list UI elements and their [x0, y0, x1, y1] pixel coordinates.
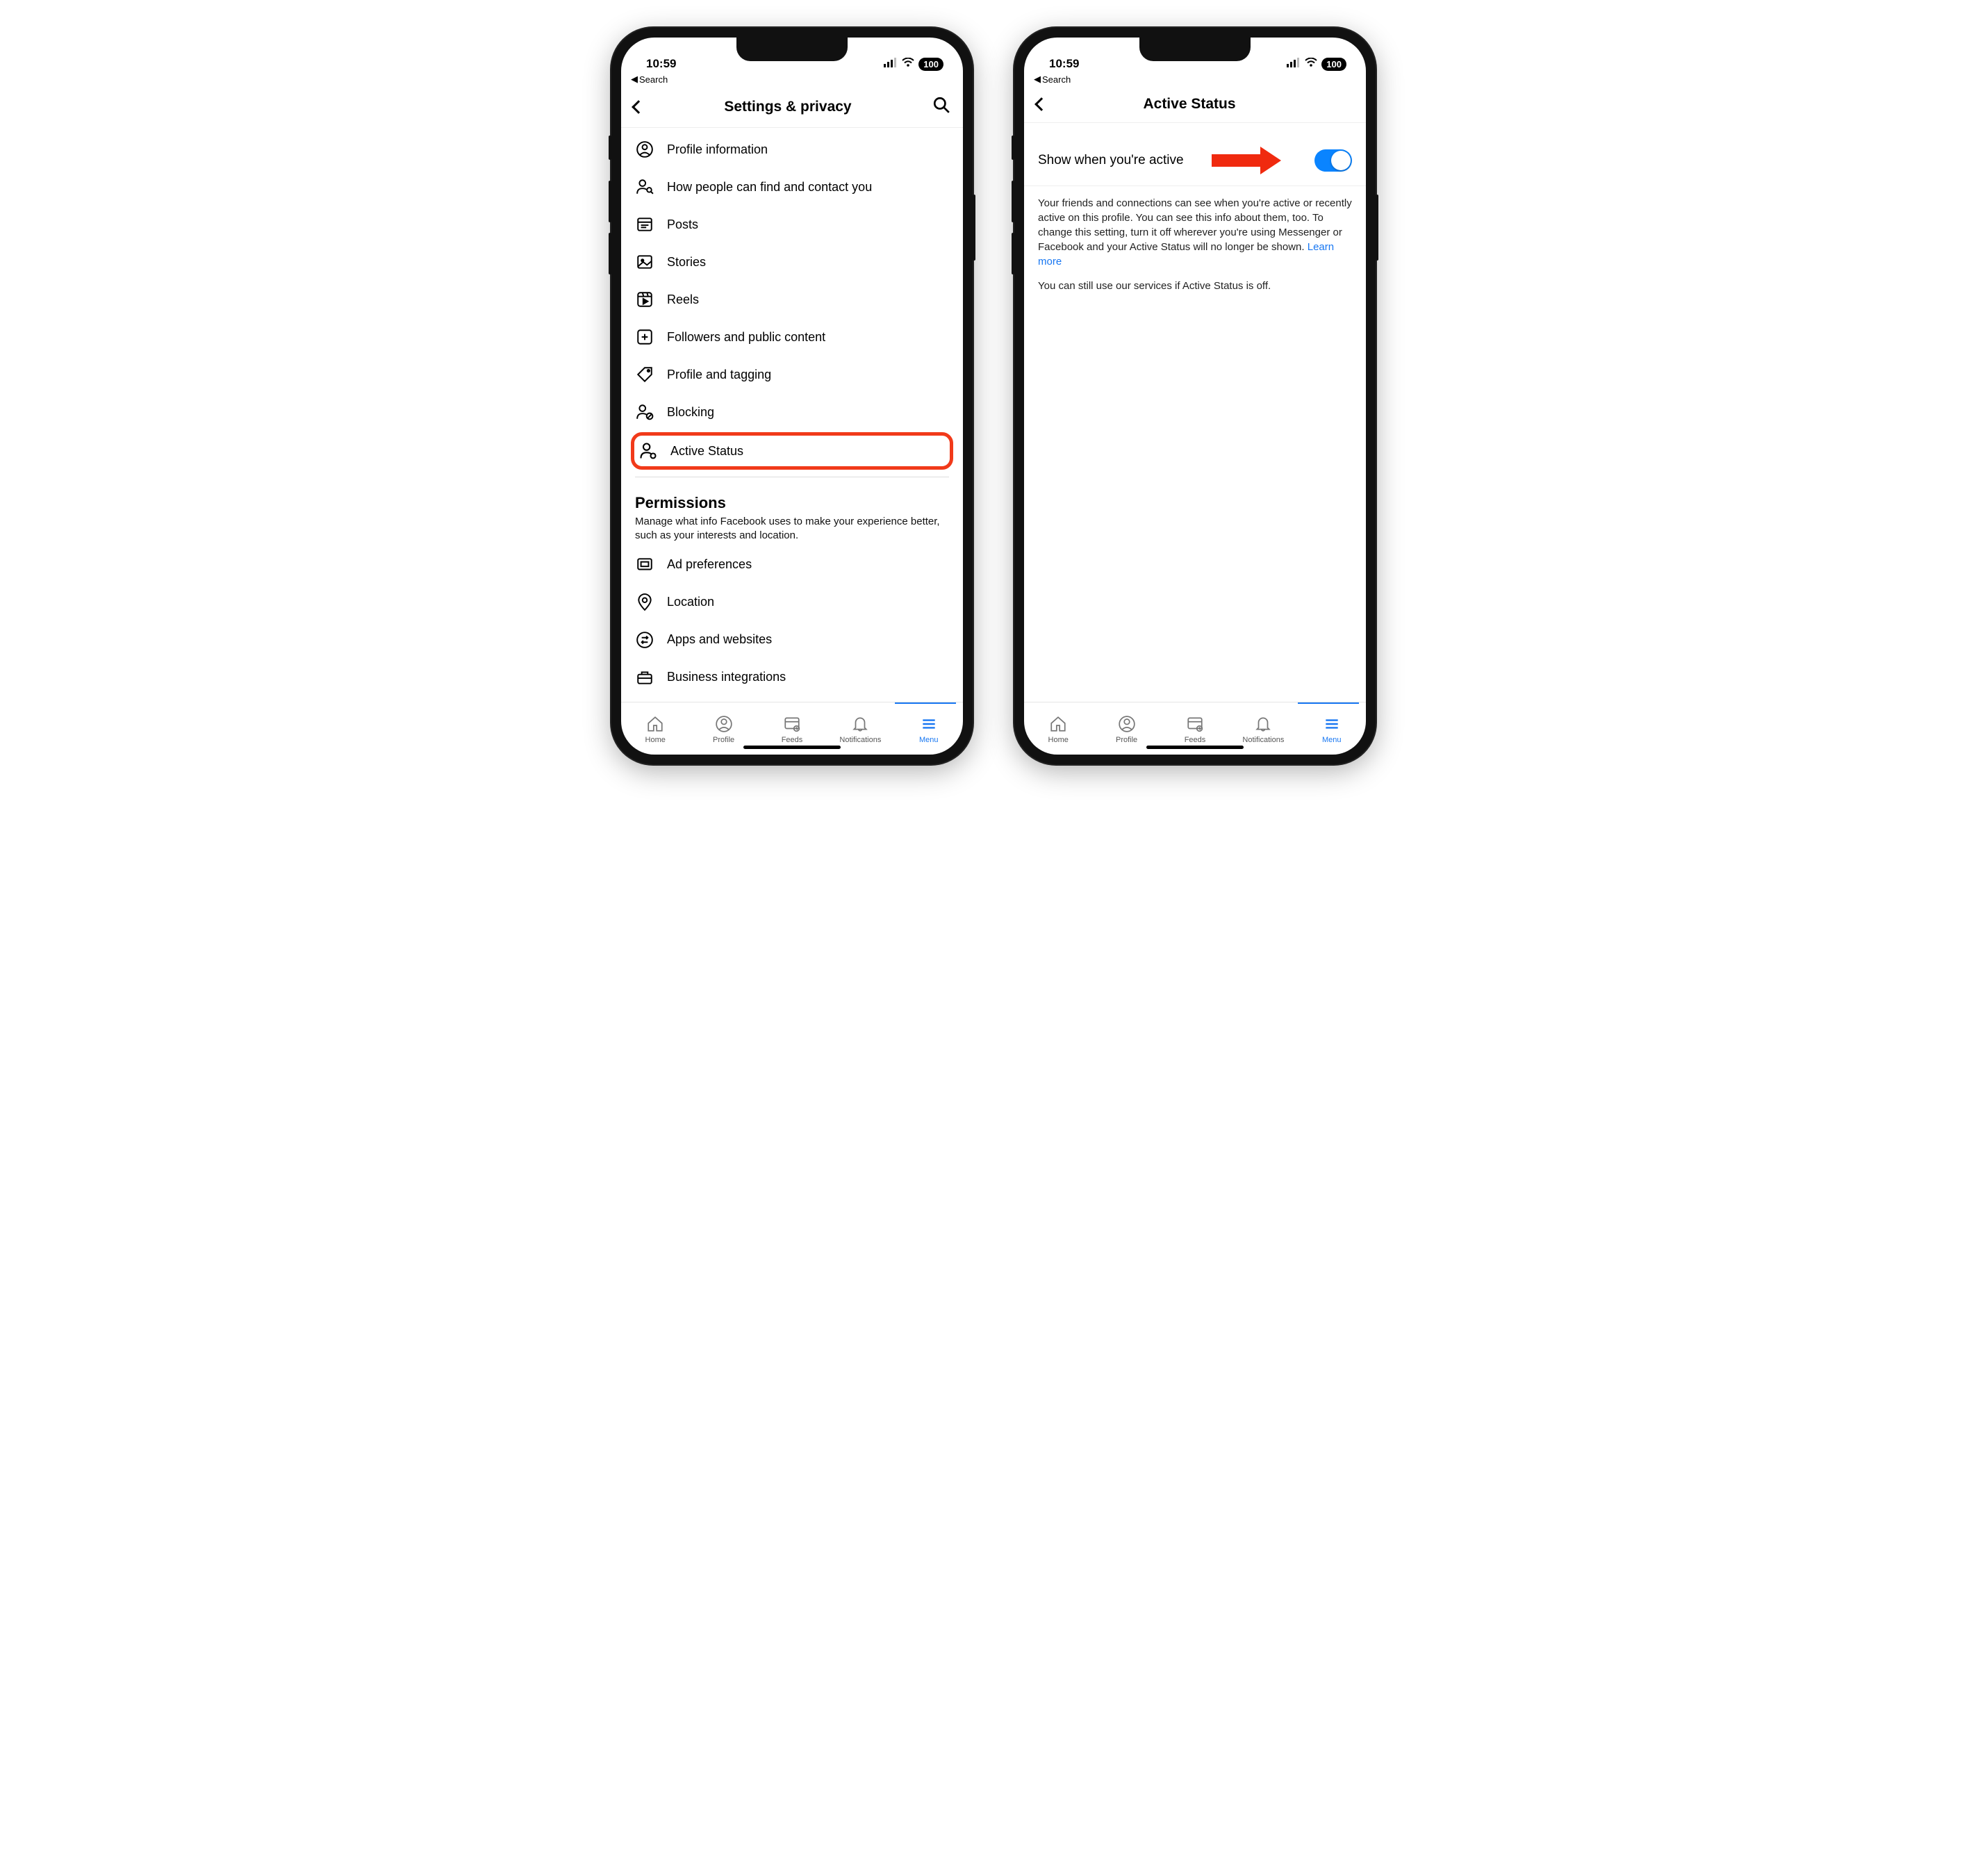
- plus-square-icon: [635, 327, 654, 347]
- menu-item-label: Profile information: [667, 142, 768, 157]
- menu-item-find-contact[interactable]: How people can find and contact you: [621, 168, 963, 206]
- location-pin-icon: [635, 593, 654, 612]
- tab-home[interactable]: Home: [621, 715, 689, 744]
- triangle-back-icon: ◀: [1034, 74, 1041, 85]
- menu-item-label: Posts: [667, 217, 698, 232]
- battery-level: 100: [918, 58, 943, 71]
- phone-frame-right: 10:59 100 ◀ Search Active Status Show wh: [1014, 28, 1376, 764]
- bell-icon: [1254, 715, 1272, 733]
- profile-icon: [1118, 715, 1136, 733]
- tab-menu[interactable]: Menu: [1298, 715, 1366, 744]
- header-bar: Active Status: [1024, 89, 1366, 123]
- cellular-icon: [1287, 57, 1301, 71]
- notch: [736, 38, 848, 61]
- tab-notifications[interactable]: Notifications: [826, 715, 894, 744]
- description-text-2: You can still use our services if Active…: [1038, 279, 1352, 293]
- battery-level: 100: [1321, 58, 1346, 71]
- menu-item-apps-websites[interactable]: Apps and websites: [621, 621, 963, 659]
- search-button[interactable]: [932, 96, 950, 117]
- menu-item-label: How people can find and contact you: [667, 180, 872, 195]
- menu-item-label: Apps and websites: [667, 632, 772, 647]
- person-status-icon: [638, 441, 658, 461]
- menu-item-followers[interactable]: Followers and public content: [621, 318, 963, 356]
- menu-item-reels[interactable]: Reels: [621, 281, 963, 318]
- menu-item-label: Ad preferences: [667, 557, 752, 572]
- tab-profile[interactable]: Profile: [689, 715, 757, 744]
- menu-item-blocking[interactable]: Blocking: [621, 393, 963, 431]
- tag-icon: [635, 365, 654, 384]
- home-indicator[interactable]: [1146, 746, 1244, 749]
- menu-item-profile-tagging[interactable]: Profile and tagging: [621, 356, 963, 393]
- menu-item-stories[interactable]: Stories: [621, 243, 963, 281]
- section-description: Manage what info Facebook uses to make y…: [635, 515, 949, 543]
- active-status-content: Show when you're active Your friends and…: [1024, 123, 1366, 702]
- tab-feeds[interactable]: Feeds: [758, 715, 826, 744]
- bell-icon: [851, 715, 869, 733]
- page-title: Settings & privacy: [643, 99, 932, 115]
- picture-icon: [635, 252, 654, 272]
- menu-item-label: Location: [667, 595, 714, 609]
- tab-indicator: [895, 702, 957, 704]
- section-title: Permissions: [635, 494, 949, 512]
- cellular-icon: [884, 57, 898, 71]
- back-button[interactable]: [634, 102, 643, 112]
- active-status-toggle[interactable]: [1314, 149, 1352, 172]
- menu-icon: [1323, 715, 1341, 733]
- feeds-icon: [783, 715, 801, 733]
- tab-profile[interactable]: Profile: [1092, 715, 1160, 744]
- back-button[interactable]: [1037, 99, 1046, 109]
- menu-item-label: Reels: [667, 293, 699, 307]
- triangle-back-icon: ◀: [631, 74, 638, 85]
- menu-item-label: Blocking: [667, 405, 714, 420]
- menu-item-business-integrations[interactable]: Business integrations: [621, 659, 963, 696]
- feeds-icon: [1186, 715, 1204, 733]
- settings-list: Profile information How people can find …: [621, 128, 963, 702]
- menu-item-label: Stories: [667, 255, 706, 270]
- tab-notifications[interactable]: Notifications: [1229, 715, 1297, 744]
- menu-item-label: Active Status: [670, 444, 743, 459]
- status-time: 10:59: [1049, 57, 1079, 71]
- description-block: Your friends and connections can see whe…: [1024, 186, 1366, 313]
- page-title: Active Status: [1046, 96, 1333, 113]
- newspaper-icon: [635, 215, 654, 234]
- menu-item-posts[interactable]: Posts: [621, 206, 963, 243]
- profile-icon: [715, 715, 733, 733]
- menu-item-profile-info[interactable]: Profile information: [621, 131, 963, 168]
- section-header-permissions: Permissions Manage what info Facebook us…: [621, 484, 963, 546]
- menu-icon: [920, 715, 938, 733]
- wifi-icon: [902, 57, 914, 71]
- menu-item-label: Followers and public content: [667, 330, 825, 345]
- notch: [1139, 38, 1251, 61]
- tab-menu[interactable]: Menu: [895, 715, 963, 744]
- active-status-toggle-row: Show when you're active: [1024, 126, 1366, 186]
- briefcase-icon: [635, 668, 654, 687]
- swap-icon: [635, 630, 654, 650]
- menu-item-active-status[interactable]: Active Status: [631, 432, 953, 470]
- home-icon: [646, 715, 664, 733]
- menu-item-label: Profile and tagging: [667, 368, 771, 382]
- home-icon: [1049, 715, 1067, 733]
- back-to-search-breadcrumb[interactable]: ◀ Search: [1024, 72, 1366, 89]
- tab-home[interactable]: Home: [1024, 715, 1092, 744]
- monitor-icon: [635, 555, 654, 575]
- person-block-icon: [635, 402, 654, 422]
- annotation-arrow: [1212, 147, 1281, 174]
- reels-icon: [635, 290, 654, 309]
- header-bar: Settings & privacy: [621, 89, 963, 128]
- person-search-icon: [635, 177, 654, 197]
- menu-item-location[interactable]: Location: [621, 584, 963, 621]
- wifi-icon: [1305, 57, 1317, 71]
- back-to-search-breadcrumb[interactable]: ◀ Search: [621, 72, 963, 89]
- toggle-label: Show when you're active: [1038, 153, 1184, 168]
- home-indicator[interactable]: [743, 746, 841, 749]
- tab-feeds[interactable]: Feeds: [1161, 715, 1229, 744]
- description-text: Your friends and connections can see whe…: [1038, 197, 1352, 253]
- search-icon: [932, 96, 950, 114]
- menu-item-label: Business integrations: [667, 670, 786, 684]
- phone-frame-left: 10:59 100 ◀ Search Settings & privacy: [611, 28, 973, 764]
- person-circle-icon: [635, 140, 654, 159]
- status-time: 10:59: [646, 57, 676, 71]
- tab-indicator: [1298, 702, 1360, 704]
- menu-item-ad-preferences[interactable]: Ad preferences: [621, 546, 963, 584]
